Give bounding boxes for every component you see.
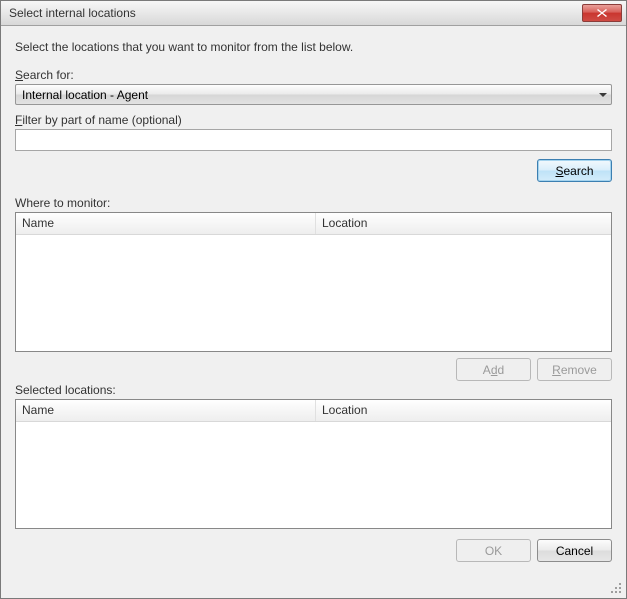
resize-grip[interactable] — [611, 583, 623, 595]
close-icon — [597, 9, 607, 17]
ok-button: OK — [456, 539, 531, 562]
dialog-window: Select internal locations Select the loc… — [0, 0, 627, 599]
close-button[interactable] — [582, 4, 622, 22]
search-for-label: Search for: — [15, 68, 612, 82]
filter-label: Filter by part of name (optional) — [15, 113, 612, 127]
list-body — [16, 235, 611, 351]
list-header: Name Location — [16, 400, 611, 422]
search-for-dropdown[interactable]: Internal location - Agent — [15, 84, 612, 105]
dropdown-selected-text: Internal location - Agent — [22, 88, 148, 102]
column-header-location[interactable]: Location — [316, 213, 611, 234]
where-to-monitor-list[interactable]: Name Location — [15, 212, 612, 352]
list-body — [16, 422, 611, 528]
chevron-down-icon — [599, 93, 607, 97]
column-header-name[interactable]: Name — [16, 213, 316, 234]
selected-locations-list[interactable]: Name Location — [15, 399, 612, 529]
dialog-content: Select the locations that you want to mo… — [1, 26, 626, 598]
cancel-button[interactable]: Cancel — [537, 539, 612, 562]
titlebar: Select internal locations — [1, 1, 626, 26]
where-to-monitor-label: Where to monitor: — [15, 196, 612, 210]
remove-button: Remove — [537, 358, 612, 381]
add-button: Add — [456, 358, 531, 381]
search-button[interactable]: Search — [537, 159, 612, 182]
window-title: Select internal locations — [9, 6, 136, 20]
list-header: Name Location — [16, 213, 611, 235]
column-header-name[interactable]: Name — [16, 400, 316, 421]
instruction-text: Select the locations that you want to mo… — [15, 40, 612, 54]
column-header-location[interactable]: Location — [316, 400, 611, 421]
selected-locations-label: Selected locations: — [15, 383, 612, 397]
filter-input[interactable] — [15, 129, 612, 151]
